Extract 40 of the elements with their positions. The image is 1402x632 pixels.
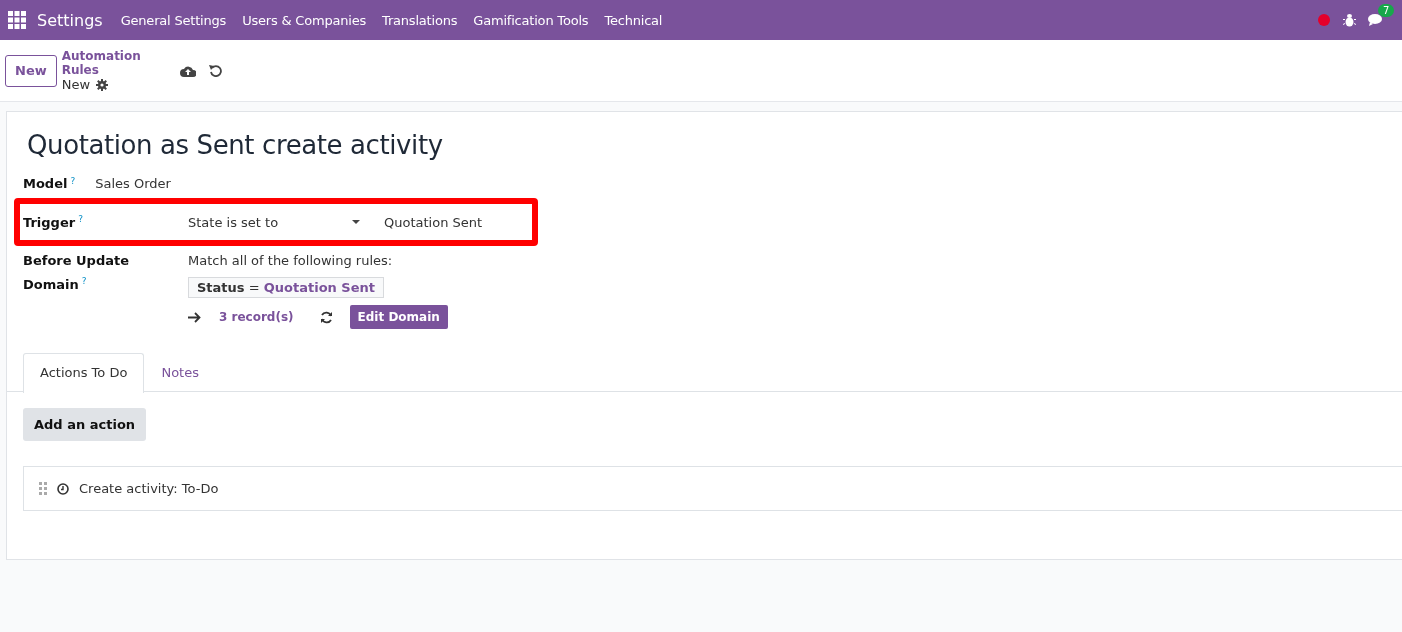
nav-menu-item[interactable]: Users & Companies bbox=[242, 12, 367, 28]
edit-domain-button[interactable]: Edit Domain bbox=[349, 305, 448, 329]
state-field[interactable]: Quotation Sent bbox=[384, 214, 483, 230]
record-title: Quotation as Sent create activity bbox=[27, 130, 444, 160]
notebook-tab[interactable]: Notes bbox=[144, 353, 216, 391]
action-name: Create activity: To-Do bbox=[79, 481, 219, 496]
arrow-right-icon bbox=[188, 311, 201, 323]
add-action-button[interactable]: Add an action bbox=[23, 408, 147, 441]
field-label: Domain bbox=[23, 277, 79, 293]
drag-handle-icon[interactable] bbox=[39, 482, 47, 495]
cloud-upload-icon[interactable] bbox=[179, 64, 196, 77]
settings-icon[interactable] bbox=[96, 78, 109, 91]
breadcrumb-link[interactable]: Automation Rules bbox=[61, 49, 180, 77]
help-tooltip[interactable]: ? bbox=[81, 276, 87, 286]
message-count-badge: 7 bbox=[1378, 3, 1395, 17]
field-label: Trigger bbox=[23, 215, 76, 231]
records-link[interactable]: 3 record(s) bbox=[219, 310, 294, 324]
domain-description: Match all of the following rules: bbox=[188, 252, 393, 270]
clock-icon bbox=[57, 482, 69, 495]
notebook-tab[interactable]: Actions To Do bbox=[23, 353, 145, 393]
apps-menu-icon[interactable] bbox=[8, 11, 26, 29]
new-button[interactable]: New bbox=[5, 54, 57, 87]
nav-menu-item[interactable]: Translations bbox=[382, 12, 458, 28]
status-dot-icon[interactable] bbox=[1318, 14, 1330, 26]
action-row[interactable]: Create activity: To-Do bbox=[23, 466, 1402, 511]
field-label: Before Update bbox=[23, 253, 130, 268]
refresh-icon[interactable] bbox=[319, 310, 333, 324]
field-label: Model bbox=[23, 176, 68, 191]
help-tooltip[interactable]: ? bbox=[70, 176, 76, 191]
help-tooltip[interactable]: ? bbox=[78, 213, 83, 224]
app-title[interactable]: Settings bbox=[37, 10, 103, 30]
nav-menu-item[interactable]: General Settings bbox=[120, 12, 227, 28]
trigger-select[interactable]: State is set to bbox=[188, 214, 368, 230]
nav-menu-item[interactable]: Technical bbox=[604, 12, 663, 28]
field-value: Sales Order bbox=[95, 176, 171, 191]
nav-menu-item[interactable]: Gamification Tools bbox=[473, 12, 589, 28]
bug-icon[interactable] bbox=[1343, 13, 1356, 27]
undo-icon[interactable] bbox=[208, 64, 222, 77]
domain-rule-tag: Status = Quotation Sent bbox=[188, 277, 384, 298]
record-name: New bbox=[61, 77, 91, 92]
